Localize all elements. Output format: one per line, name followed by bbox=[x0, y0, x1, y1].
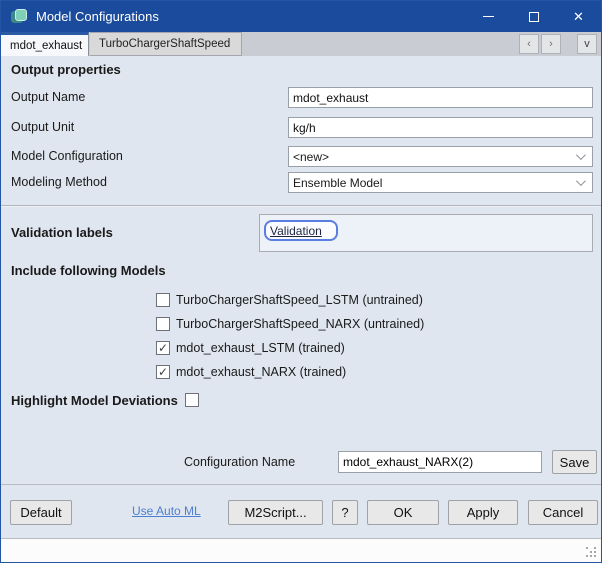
model-configuration-select[interactable]: <new> bbox=[288, 146, 593, 167]
output-name-input[interactable] bbox=[288, 87, 593, 108]
save-button[interactable]: Save bbox=[552, 450, 597, 474]
app-icon bbox=[11, 9, 27, 25]
include-models-header: Include following Models bbox=[11, 260, 166, 281]
maximize-button[interactable] bbox=[511, 1, 556, 32]
ok-button[interactable]: OK bbox=[367, 500, 439, 525]
tab-list-button[interactable]: v bbox=[577, 34, 597, 54]
model-checkbox-label: TurboChargerShaftSpeed_LSTM (untrained) bbox=[176, 293, 423, 307]
output-name-label: Output Name bbox=[11, 87, 85, 108]
tab-label: mdot_exhaust bbox=[10, 40, 82, 52]
window-title: Model Configurations bbox=[36, 9, 466, 24]
help-button[interactable]: ? bbox=[332, 500, 358, 525]
status-bar bbox=[1, 538, 601, 562]
footer-separator bbox=[1, 484, 601, 485]
model-checkbox-label: mdot_exhaust_NARX (trained) bbox=[176, 365, 346, 379]
checkbox-checked-icon[interactable]: ✓ bbox=[156, 365, 170, 379]
minimize-icon bbox=[483, 16, 494, 17]
chevron-left-icon: ‹ bbox=[527, 38, 531, 50]
model-configurations-dialog: Model Configurations ✕ mdot_exhaust Turb… bbox=[0, 0, 602, 563]
modeling-method-label: Modeling Method bbox=[11, 172, 107, 193]
checkbox-unchecked-icon[interactable] bbox=[156, 317, 170, 331]
title-bar: Model Configurations ✕ bbox=[1, 1, 601, 32]
output-unit-label: Output Unit bbox=[11, 117, 74, 138]
tab-mdot-exhaust[interactable]: mdot_exhaust bbox=[1, 32, 89, 56]
section-separator bbox=[1, 205, 601, 207]
model-configuration-label: Model Configuration bbox=[11, 146, 123, 167]
model-checkbox-label: TurboChargerShaftSpeed_NARX (untrained) bbox=[176, 317, 424, 331]
tab-bar: mdot_exhaust TurboChargerShaftSpeed ‹ › … bbox=[1, 32, 601, 56]
validation-chip[interactable]: Validation bbox=[264, 220, 338, 241]
model-checkbox-label: mdot_exhaust_LSTM (trained) bbox=[176, 341, 345, 355]
model-checkbox-row[interactable]: TurboChargerShaftSpeed_LSTM (untrained) bbox=[156, 292, 423, 308]
close-icon: ✕ bbox=[573, 10, 584, 23]
cancel-button[interactable]: Cancel bbox=[528, 500, 598, 525]
configuration-name-input[interactable] bbox=[338, 451, 542, 473]
model-checkbox-row[interactable]: ✓ mdot_exhaust_LSTM (trained) bbox=[156, 340, 345, 356]
highlight-deviations-label: Highlight Model Deviations bbox=[11, 393, 178, 408]
modeling-method-select[interactable]: Ensemble Model bbox=[288, 172, 593, 193]
maximize-icon bbox=[529, 12, 539, 22]
model-checkbox-row[interactable]: TurboChargerShaftSpeed_NARX (untrained) bbox=[156, 316, 424, 332]
resize-grip[interactable] bbox=[586, 547, 596, 557]
output-unit-input[interactable] bbox=[288, 117, 593, 138]
tab-scroll-right-button[interactable]: › bbox=[541, 34, 561, 54]
chevron-right-icon: › bbox=[549, 38, 553, 50]
tab-label: TurboChargerShaftSpeed bbox=[99, 38, 230, 50]
default-button[interactable]: Default bbox=[10, 500, 72, 525]
checkbox-checked-icon[interactable]: ✓ bbox=[156, 341, 170, 355]
checkbox-unchecked-icon[interactable] bbox=[156, 293, 170, 307]
tab-turbochargershaftspeed[interactable]: TurboChargerShaftSpeed bbox=[90, 32, 242, 56]
configuration-name-label: Configuration Name bbox=[184, 455, 295, 469]
modeling-method-value: Ensemble Model bbox=[293, 176, 570, 190]
close-button[interactable]: ✕ bbox=[556, 1, 601, 32]
checkbox-unchecked-icon[interactable] bbox=[185, 393, 199, 407]
m2script-button[interactable]: M2Script... bbox=[228, 500, 323, 525]
validation-labels-label: Validation labels bbox=[11, 222, 113, 243]
model-checkbox-row[interactable]: ✓ mdot_exhaust_NARX (trained) bbox=[156, 364, 346, 380]
model-configuration-value: <new> bbox=[293, 150, 570, 164]
highlight-deviations-row: Highlight Model Deviations bbox=[11, 392, 199, 408]
use-auto-ml-link[interactable]: Use Auto ML bbox=[132, 504, 201, 518]
chevron-down-icon bbox=[570, 147, 588, 166]
output-properties-header: Output properties bbox=[11, 62, 121, 77]
minimize-button[interactable] bbox=[466, 1, 511, 32]
chevron-down-icon: v bbox=[584, 38, 590, 50]
tab-scroll-left-button[interactable]: ‹ bbox=[519, 34, 539, 54]
validation-labels-box[interactable]: Validation bbox=[259, 214, 593, 252]
apply-button[interactable]: Apply bbox=[448, 500, 518, 525]
chevron-down-icon bbox=[570, 173, 588, 192]
